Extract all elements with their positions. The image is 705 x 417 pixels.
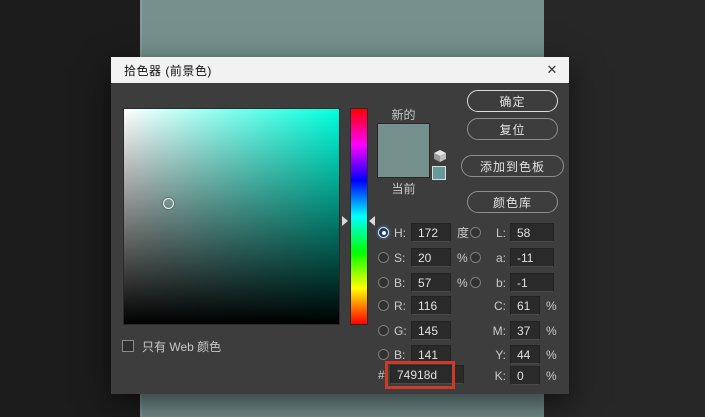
s-radio[interactable] bbox=[378, 252, 389, 263]
add-to-swatches-button[interactable]: 添加到色板 bbox=[461, 155, 564, 177]
new-current-color-swatch bbox=[377, 123, 430, 178]
hue-pointer-right-icon[interactable] bbox=[369, 216, 375, 226]
hue-slider[interactable] bbox=[350, 108, 368, 325]
new-color-label: 新的 bbox=[377, 106, 430, 123]
lab-l-row: L: 58 bbox=[470, 223, 554, 242]
r-input[interactable]: 116 bbox=[411, 296, 451, 315]
saturation-brightness-field[interactable] bbox=[123, 108, 340, 325]
m-input[interactable]: 37 bbox=[510, 321, 540, 340]
lab-a-row: a: -11 bbox=[470, 248, 554, 267]
cmyk-k-row: K: 0 % bbox=[486, 366, 557, 385]
b3-radio[interactable] bbox=[470, 277, 481, 288]
h-input[interactable]: 172 bbox=[411, 223, 451, 242]
hex-row: # 74918d bbox=[378, 365, 464, 384]
k-unit: % bbox=[546, 369, 557, 383]
b2-label: B: bbox=[394, 348, 411, 362]
hex-input[interactable]: 74918d bbox=[390, 365, 464, 384]
dialog-titlebar[interactable]: 拾色器 (前景色) ✕ bbox=[111, 57, 569, 83]
cmyk-m-row: M: 37 % bbox=[486, 321, 557, 340]
c-input[interactable]: 61 bbox=[510, 296, 540, 315]
g-label: G: bbox=[394, 324, 411, 338]
k-input[interactable]: 0 bbox=[510, 366, 540, 385]
web-colors-only-label: 只有 Web 颜色 bbox=[142, 338, 221, 355]
a-input[interactable]: -11 bbox=[510, 248, 554, 267]
b3-label: b: bbox=[486, 276, 506, 290]
color-field-marker[interactable] bbox=[163, 198, 174, 209]
b2-radio[interactable] bbox=[378, 349, 389, 360]
s-label: S: bbox=[394, 251, 411, 265]
b3-input[interactable]: -1 bbox=[510, 273, 554, 292]
g-input[interactable]: 145 bbox=[411, 321, 451, 340]
hsb-s-row: S: 20 % bbox=[378, 248, 468, 267]
h-radio[interactable] bbox=[378, 227, 389, 238]
hue-pointer-left-icon[interactable] bbox=[342, 216, 348, 226]
k-label: K: bbox=[486, 369, 506, 383]
hex-hash-label: # bbox=[378, 368, 390, 382]
s-input[interactable]: 20 bbox=[411, 248, 451, 267]
l-input[interactable]: 58 bbox=[510, 223, 554, 242]
m-unit: % bbox=[546, 324, 557, 338]
h-label: H: bbox=[394, 226, 411, 240]
lab-b-row: b: -1 bbox=[470, 273, 554, 292]
a-radio[interactable] bbox=[470, 252, 481, 263]
reset-button[interactable]: 复位 bbox=[467, 118, 558, 140]
cmyk-c-row: C: 61 % bbox=[486, 296, 557, 315]
web-colors-only-checkbox[interactable] bbox=[122, 340, 134, 352]
rgb-r-row: R: 116 bbox=[378, 296, 451, 315]
r-label: R: bbox=[394, 299, 411, 313]
y-label: Y: bbox=[486, 348, 506, 362]
y-input[interactable]: 44 bbox=[510, 345, 540, 364]
cmyk-y-row: Y: 44 % bbox=[486, 345, 557, 364]
out-of-web-gamut-cube-icon[interactable] bbox=[433, 149, 447, 163]
b-radio[interactable] bbox=[378, 277, 389, 288]
color-picker-dialog: 拾色器 (前景色) ✕ 新的 当前 确定 复位 添加到色板 颜色库 H: 172… bbox=[111, 57, 569, 394]
b-label: B: bbox=[394, 276, 411, 290]
hsb-h-row: H: 172 度 bbox=[378, 223, 469, 242]
web-colors-only-row: 只有 Web 颜色 bbox=[122, 338, 221, 354]
m-label: M: bbox=[486, 324, 506, 338]
h-unit: 度 bbox=[457, 224, 469, 241]
y-unit: % bbox=[546, 348, 557, 362]
s-unit: % bbox=[457, 251, 468, 265]
l-radio[interactable] bbox=[470, 227, 481, 238]
c-unit: % bbox=[546, 299, 557, 313]
b2-input[interactable]: 141 bbox=[411, 345, 451, 364]
dialog-body: 新的 当前 确定 复位 添加到色板 颜色库 H: 172 度 S: 20 % B… bbox=[111, 83, 569, 394]
close-icon[interactable]: ✕ bbox=[535, 57, 569, 83]
dialog-title: 拾色器 (前景色) bbox=[124, 62, 212, 79]
hsb-b-row: B: 57 % bbox=[378, 273, 468, 292]
c-label: C: bbox=[486, 299, 506, 313]
b-unit: % bbox=[457, 276, 468, 290]
current-color-label: 当前 bbox=[377, 180, 430, 197]
l-label: L: bbox=[486, 226, 506, 240]
color-libraries-button[interactable]: 颜色库 bbox=[467, 191, 558, 213]
websafe-color-swatch[interactable] bbox=[432, 166, 446, 180]
rgb-b-row: B: 141 bbox=[378, 345, 451, 364]
ok-button[interactable]: 确定 bbox=[467, 90, 558, 112]
b-input[interactable]: 57 bbox=[411, 273, 451, 292]
g-radio[interactable] bbox=[378, 325, 389, 336]
r-radio[interactable] bbox=[378, 300, 389, 311]
a-label: a: bbox=[486, 251, 506, 265]
rgb-g-row: G: 145 bbox=[378, 321, 451, 340]
